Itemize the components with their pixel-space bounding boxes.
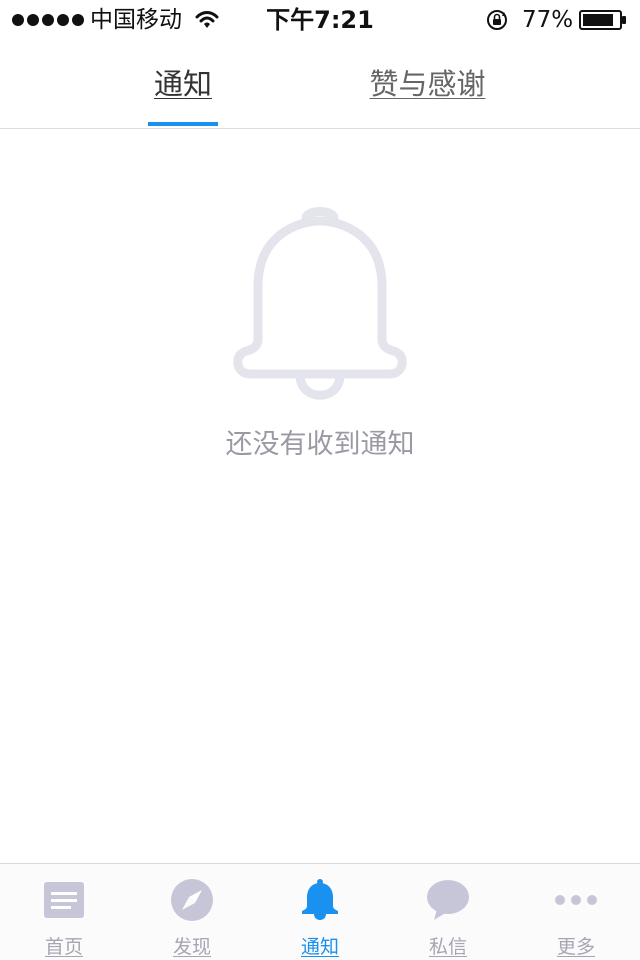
bell-icon	[302, 879, 338, 920]
message-bubble-icon	[427, 880, 469, 920]
bottom-tab-label: 发现	[172, 936, 211, 958]
notifications-screen: 中国移动 下午7:21 77% 通知 赞与感谢 还没有收到通知 首页 发现 通知…	[0, 0, 640, 960]
bottom-tab-home[interactable]: 首页	[0, 864, 128, 960]
tab-likes-and-thanks[interactable]: 赞与感谢	[340, 40, 515, 128]
more-dots-icon	[555, 895, 597, 905]
bottom-tab-bar: 首页 发现 通知 私信 更多	[0, 863, 640, 960]
bottom-tab-label: 更多	[556, 936, 595, 958]
bottom-tab-label: 私信	[428, 936, 467, 958]
status-bar: 中国移动 下午7:21 77%	[0, 0, 640, 40]
bottom-tab-label: 首页	[44, 936, 83, 958]
battery-icon	[579, 10, 626, 30]
bottom-tab-messages[interactable]: 私信	[384, 864, 512, 960]
battery-percentage: 77%	[522, 7, 574, 33]
bottom-tab-notifications[interactable]: 通知	[256, 864, 384, 960]
active-tab-indicator	[148, 122, 218, 126]
bottom-tab-discover[interactable]: 发现	[128, 864, 256, 960]
bell-icon	[233, 207, 407, 400]
bottom-tab-label: 通知	[300, 936, 339, 958]
compass-icon	[171, 879, 213, 921]
home-feed-icon	[44, 882, 84, 918]
notification-tabs: 通知 赞与感谢	[0, 40, 640, 129]
rotation-lock-icon	[487, 10, 507, 30]
tab-notifications[interactable]: 通知	[118, 40, 248, 128]
bottom-tab-more[interactable]: 更多	[512, 864, 640, 960]
empty-state-message: 还没有收到通知	[225, 429, 415, 460]
